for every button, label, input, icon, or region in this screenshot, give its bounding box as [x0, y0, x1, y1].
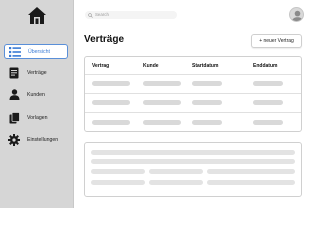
sidebar-item-label: Kunden: [27, 91, 45, 98]
cell-placeholder: [143, 100, 181, 105]
sidebar-item-label: Einstellungen: [27, 136, 59, 143]
page-title: Verträge: [84, 34, 125, 45]
cell-placeholder: [92, 100, 130, 105]
skeleton-line: [91, 169, 145, 174]
cell-placeholder: [192, 100, 222, 105]
cell-placeholder: [192, 81, 222, 86]
sidebar: Übersicht Verträge Kunden Vorlagen Einst…: [0, 0, 74, 208]
skeleton-line: [91, 180, 145, 185]
cell-placeholder: [92, 120, 130, 125]
skeleton-line: [149, 180, 203, 185]
user-avatar-icon: [291, 10, 303, 21]
sidebar-item-vertraege[interactable]: Verträge: [4, 65, 68, 80]
gear-icon: [8, 133, 20, 146]
sidebar-item-uebersicht[interactable]: Übersicht: [4, 44, 68, 59]
column-header-kunde[interactable]: Kunde: [143, 63, 159, 69]
search-input[interactable]: Search: [85, 11, 177, 19]
sidebar-item-vorlagen[interactable]: Vorlagen: [4, 110, 68, 125]
sidebar-item-label: Verträge: [27, 69, 47, 76]
cell-placeholder: [253, 100, 283, 105]
home-logo-icon[interactable]: [27, 6, 47, 25]
column-header-startdatum[interactable]: Startdatum: [192, 63, 218, 69]
search-icon: [88, 12, 93, 18]
sidebar-item-kunden[interactable]: Kunden: [4, 87, 68, 102]
skeleton-line: [91, 159, 295, 164]
copy-icon: [8, 111, 20, 124]
detail-panel: [84, 142, 302, 197]
skeleton-line: [91, 150, 295, 155]
new-contract-button[interactable]: + neuer Vertrag: [251, 34, 302, 48]
contract-icon: [8, 67, 20, 79]
search-placeholder: Search: [95, 12, 109, 17]
person-icon: [8, 89, 20, 101]
column-header-vertrag[interactable]: Vertrag: [92, 63, 109, 69]
row-divider: [85, 93, 301, 94]
cell-placeholder: [253, 120, 283, 125]
cell-placeholder: [143, 81, 181, 86]
list-icon: [9, 46, 21, 58]
row-divider: [85, 112, 301, 113]
sidebar-item-label: Übersicht: [28, 48, 50, 55]
cell-placeholder: [192, 120, 222, 125]
column-header-enddatum[interactable]: Enddatum: [253, 63, 277, 69]
cell-placeholder: [143, 120, 181, 125]
row-divider: [85, 74, 301, 75]
cell-placeholder: [92, 81, 130, 86]
avatar[interactable]: [289, 7, 304, 22]
cell-placeholder: [253, 81, 283, 86]
sidebar-item-label: Vorlagen: [27, 114, 48, 121]
skeleton-line: [207, 169, 295, 174]
contracts-table: Vertrag Kunde Startdatum Enddatum: [84, 56, 302, 132]
skeleton-line: [149, 169, 203, 174]
skeleton-line: [207, 180, 295, 185]
sidebar-item-einstellungen[interactable]: Einstellungen: [4, 132, 68, 147]
